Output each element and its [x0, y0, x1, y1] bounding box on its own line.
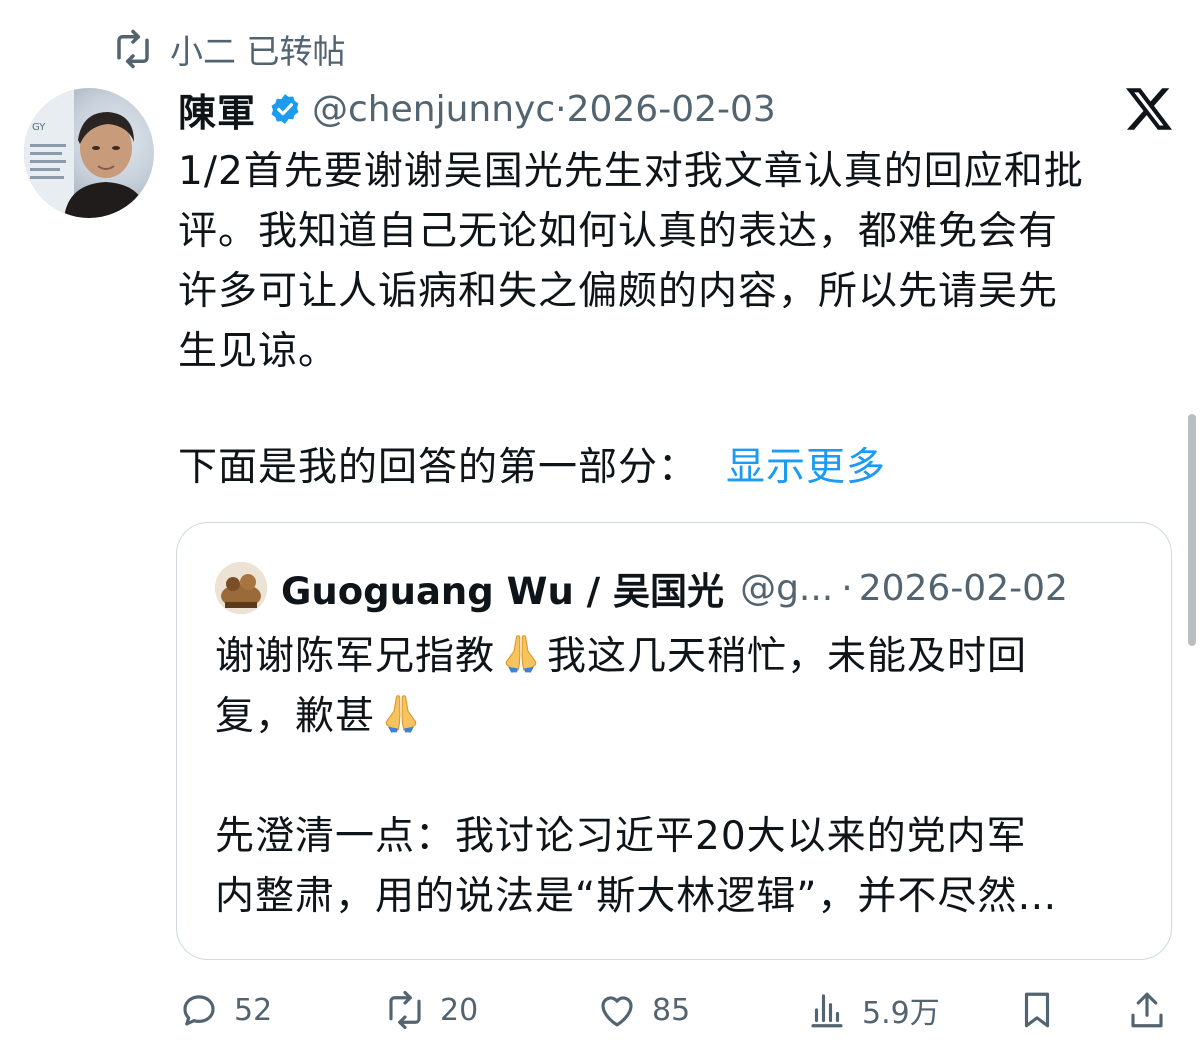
tweet-header: 陳軍 @chenjunnyc · 2026-02-03: [178, 82, 1160, 136]
show-more-link[interactable]: 显示更多: [726, 445, 886, 490]
reply-button[interactable]: 52: [178, 982, 272, 1038]
quoted-tweet-header: Guoguang Wu / 吴国光 @g... · 2026-02-02: [215, 561, 1068, 615]
quoted-avatar-image: [215, 562, 267, 614]
quoted-text-line1-b: 我这几天稍忙，未能及时回: [547, 634, 1028, 679]
tweet-text-continuation: 下面是我的回答的第一部分：: [178, 445, 699, 490]
tweet-action-bar: 52 20 85 5.9万: [178, 982, 1168, 1038]
quoted-author-name[interactable]: Guoguang Wu / 吴国光: [281, 561, 724, 615]
quoted-author-avatar[interactable]: [215, 562, 267, 614]
repost-indicator[interactable]: 小二 已转帖: [112, 26, 346, 72]
reply-icon: [183, 995, 215, 1026]
like-button[interactable]: 85: [596, 982, 690, 1038]
repost-count: 20: [440, 992, 479, 1028]
share-icon: [1131, 992, 1163, 1028]
svg-text:GY: GY: [32, 122, 46, 133]
views-button[interactable]: 5.9万: [806, 982, 940, 1038]
quoted-tweet-text: 谢谢陈军兄指教 我这几天稍忙，未能及时回 复，歉甚 先澄清一点：我讨论习近平20大…: [215, 627, 1135, 927]
quoted-text-line2-a: 复，歉甚: [215, 694, 376, 739]
tweet-date[interactable]: 2026-02-03: [567, 89, 776, 130]
repost-text: 小二 已转帖: [170, 32, 346, 71]
quoted-tweet-card[interactable]: Guoguang Wu / 吴国光 @g... · 2026-02-02 谢谢陈…: [176, 522, 1172, 960]
verified-badge-icon: [271, 94, 299, 124]
author-avatar[interactable]: GY: [24, 88, 154, 218]
repost-icon: [117, 29, 149, 69]
like-count: 85: [652, 992, 691, 1028]
repost-icon: [389, 990, 421, 1030]
quoted-text-line1-a: 谢谢陈军兄指教: [215, 634, 496, 679]
tweet-text: 1/2首先要谢谢吴国光先生对我文章认真的回应和批 评。我知道自己无论如何认真的表…: [178, 149, 1084, 374]
quoted-tweet-date[interactable]: 2026-02-02: [859, 568, 1068, 609]
scrollbar[interactable]: [1188, 414, 1196, 646]
share-button[interactable]: [1126, 982, 1182, 1038]
author-name[interactable]: 陳軍: [178, 82, 256, 137]
quoted-meta-separator: ·: [841, 567, 853, 609]
folded-hands-emoji-icon: [385, 695, 417, 733]
quoted-author-handle[interactable]: @g...: [740, 568, 833, 609]
reply-count: 52: [234, 992, 273, 1028]
views-count: 5.9万: [862, 996, 940, 1031]
views-icon: [811, 994, 843, 1028]
author-handle[interactable]: @chenjunnyc: [312, 89, 555, 130]
x-logo-icon[interactable]: [1126, 86, 1172, 132]
bookmark-icon: [1024, 992, 1050, 1028]
repost-button[interactable]: 20: [384, 982, 478, 1038]
bookmark-button[interactable]: [1016, 982, 1072, 1038]
avatar-portrait: GY: [24, 88, 148, 218]
meta-separator: ·: [555, 88, 567, 130]
tweet-more-row: 下面是我的回答的第一部分： 显示更多: [178, 438, 886, 498]
quoted-text-para2: 先澄清一点：我讨论习近平20大以来的党内军 内整肃，用的说法是“斯大林逻辑”，并…: [215, 814, 1058, 919]
heart-icon: [601, 996, 633, 1027]
folded-hands-emoji-icon: [505, 635, 537, 673]
